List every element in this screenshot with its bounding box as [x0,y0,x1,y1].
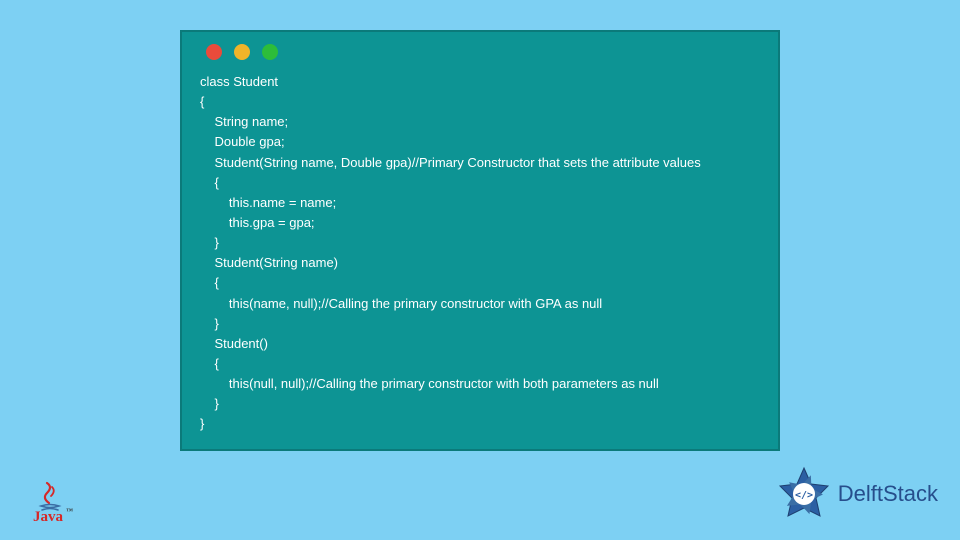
delftstack-logo: </> DelftStack [776,466,938,522]
java-trademark: ™ [66,507,73,515]
minimize-icon [234,44,250,60]
code-window: class Student { String name; Double gpa;… [180,30,780,451]
traffic-lights [200,44,760,60]
code-glyph-icon: </> [795,490,813,501]
java-text: Java [33,509,63,525]
close-icon [206,44,222,60]
java-logo-text: Java ™ [33,509,63,526]
java-steam-icon [37,481,59,507]
maximize-icon [262,44,278,60]
java-logo: Java ™ [24,466,72,526]
delftstack-star-icon: </> [776,466,832,522]
delftstack-text: DelftStack [838,481,938,507]
code-content: class Student { String name; Double gpa;… [200,72,760,435]
